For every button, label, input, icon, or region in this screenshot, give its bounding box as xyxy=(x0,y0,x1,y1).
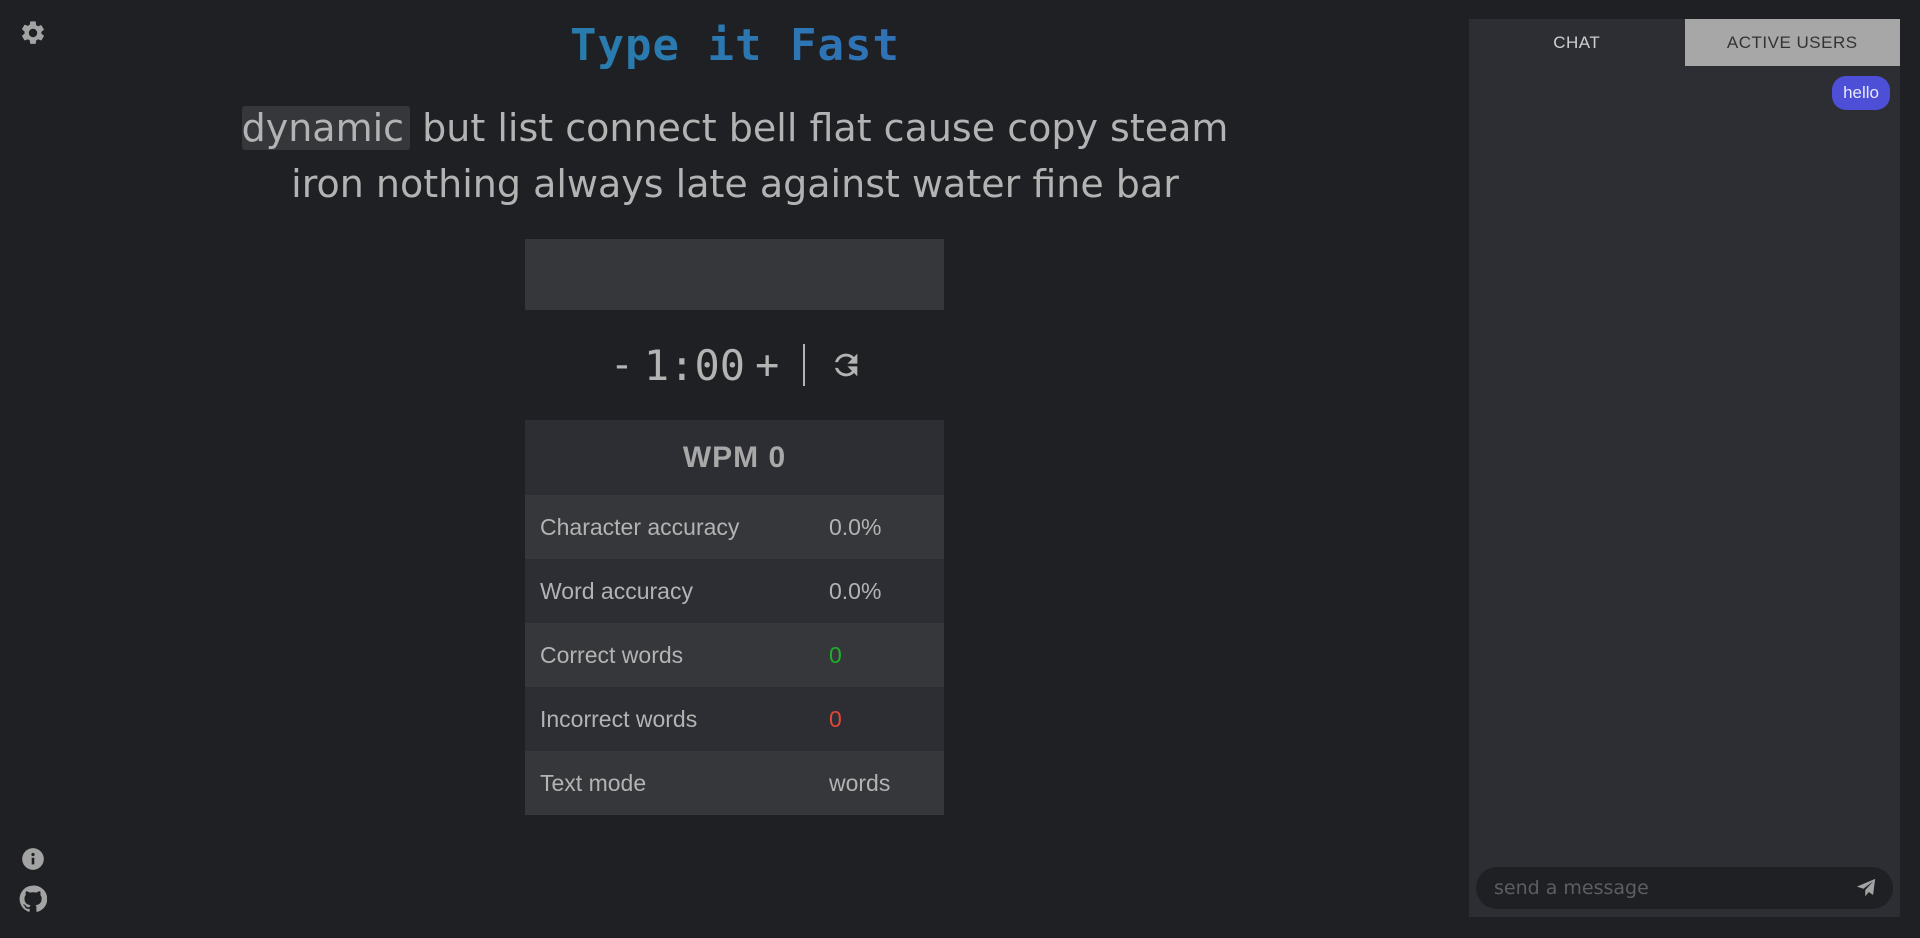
stats-row: Character accuracy 0.0% xyxy=(525,495,944,559)
github-icon[interactable] xyxy=(18,884,48,914)
stats-value: words xyxy=(829,769,891,796)
tab-active-users[interactable]: ACTIVE USERS xyxy=(1684,19,1900,66)
words-to-type: dynamic but list connect bell flat cause… xyxy=(200,100,1270,212)
timer-decrement-button[interactable]: - xyxy=(606,342,638,388)
timer-divider xyxy=(803,344,806,386)
chat-messages: hello xyxy=(1469,66,1900,866)
incorrect-words-value: 0 xyxy=(829,705,842,732)
stats-table: WPM 0 Character accuracy 0.0% Word accur… xyxy=(525,420,944,815)
paper-plane-icon[interactable] xyxy=(1855,877,1877,899)
refresh-icon[interactable] xyxy=(829,348,863,382)
stats-label: Correct words xyxy=(540,641,684,668)
chat-tabs: CHAT ACTIVE USERS xyxy=(1469,19,1900,66)
chat-panel: CHAT ACTIVE USERS hello xyxy=(1469,19,1900,917)
current-word: dynamic xyxy=(241,106,411,150)
chat-message: hello xyxy=(1832,76,1890,110)
tab-chat[interactable]: CHAT xyxy=(1469,19,1685,66)
correct-words-value: 0 xyxy=(829,641,842,668)
stats-label: Text mode xyxy=(540,769,647,796)
info-icon[interactable] xyxy=(18,844,48,874)
words-line-2: iron nothing always late against water f… xyxy=(291,162,1179,206)
stats-label: Character accuracy xyxy=(540,513,740,540)
stats-row: Incorrect words 0 xyxy=(525,687,944,751)
typing-input[interactable] xyxy=(525,239,944,310)
timer-row: - 1:00 + xyxy=(525,340,944,390)
wpm-header: WPM 0 xyxy=(525,420,944,495)
timer-value: 1:00 xyxy=(643,340,746,390)
stats-label: Incorrect words xyxy=(540,705,698,732)
message-composer xyxy=(1476,867,1893,909)
stats-value: 0.0% xyxy=(829,513,882,540)
message-input[interactable] xyxy=(1494,877,1855,899)
stats-row: Word accuracy 0.0% xyxy=(525,559,944,623)
timer-increment-button[interactable]: + xyxy=(751,342,783,388)
stats-value: 0.0% xyxy=(829,577,882,604)
words-line-1-rest: but list connect bell flat cause copy st… xyxy=(422,106,1229,150)
stats-label: Word accuracy xyxy=(540,577,693,604)
app-title: Type it Fast xyxy=(0,20,1470,71)
stats-row: Correct words 0 xyxy=(525,623,944,687)
stats-row: Text mode words xyxy=(525,751,944,815)
